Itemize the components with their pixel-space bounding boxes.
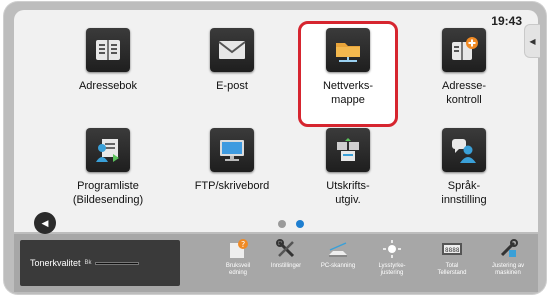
previous-page-button[interactable]: ◀: [34, 212, 56, 234]
util-label: Justering av maskinen: [491, 263, 525, 276]
tile-address-control[interactable]: Adresse- kontroll: [416, 24, 512, 112]
bottom-toolbar: Tonerkvalitet Bk ? Bruksveil edning Inns…: [14, 234, 538, 292]
total-count-button[interactable]: 8888 Total Tellerstand: [426, 238, 478, 290]
print-release-icon: [326, 128, 370, 172]
side-panel-tab[interactable]: ◀: [524, 24, 540, 58]
tile-label: Programliste (Bildesending): [72, 180, 144, 206]
pc-scan-icon: [325, 238, 351, 260]
toner-status: Tonerkvalitet Bk: [20, 240, 180, 286]
util-label: Total Tellerstand: [437, 263, 467, 276]
settings-tools-icon: [273, 238, 299, 260]
toner-color-label: Bk: [84, 260, 92, 266]
svg-text:8888: 8888: [445, 247, 460, 254]
util-label: Bruksveil edning: [225, 263, 251, 276]
tile-label: Adresse- kontroll: [441, 80, 487, 106]
tile-print-release[interactable]: Utskrifts- utgiv.: [300, 124, 396, 212]
svg-text:?: ?: [241, 240, 245, 249]
tile-program-list[interactable]: Programliste (Bildesending): [60, 124, 156, 212]
monitor-icon: [210, 128, 254, 172]
tile-label: Utskrifts- utgiv.: [326, 180, 370, 206]
user-guide-button[interactable]: ? Bruksveil edning: [212, 238, 264, 290]
tile-label: E-post: [216, 80, 248, 92]
tile-address-book[interactable]: Adressebok: [60, 24, 156, 112]
page-indicator: [278, 220, 304, 228]
chevron-left-icon: ◀: [41, 217, 49, 228]
network-folder-icon: [326, 28, 370, 72]
tile-network-folder[interactable]: Nettverks- mappe: [300, 24, 396, 112]
tile-label: Adressebok: [78, 80, 138, 92]
machine-adjust-button[interactable]: Justering av maskinen: [482, 238, 534, 290]
util-label: Innstillinger: [270, 263, 302, 269]
tile-label: Nettverks- mappe: [322, 80, 374, 106]
address-control-icon: [442, 28, 486, 72]
pc-scan-button[interactable]: PC-skanning: [312, 238, 364, 290]
home-screen: 19:43 ◀ Adressebok E-post Nettverks- map…: [14, 10, 540, 234]
page-dot-1[interactable]: [278, 220, 286, 228]
counter-icon: 8888: [439, 238, 465, 260]
toner-level-bar: [94, 261, 139, 265]
envelope-icon: [210, 28, 254, 72]
tile-label: Språk- innstilling: [441, 180, 487, 206]
device-panel: 19:43 ◀ Adressebok E-post Nettverks- map…: [4, 2, 546, 294]
tile-email[interactable]: E-post: [184, 24, 280, 112]
util-label: Lysstyrke- justering: [378, 263, 406, 276]
chevron-left-icon: ◀: [529, 36, 536, 46]
tile-language-setting[interactable]: Språk- innstilling: [416, 124, 512, 212]
toner-label: Tonerkvalitet: [30, 258, 81, 268]
util-label: PC-skanning: [320, 263, 356, 269]
program-list-icon: [86, 128, 130, 172]
tile-ftp-desktop[interactable]: FTP/skrivebord: [184, 124, 280, 212]
brightness-icon: [379, 238, 405, 260]
user-guide-icon: ?: [225, 238, 251, 260]
brightness-adjust-button[interactable]: Lysstyrke- justering: [366, 238, 418, 290]
page-dot-2[interactable]: [296, 220, 304, 228]
tile-label: FTP/skrivebord: [194, 180, 270, 192]
machine-adjust-icon: [495, 238, 521, 260]
address-book-icon: [86, 28, 130, 72]
language-setting-icon: [442, 128, 486, 172]
settings-button[interactable]: Innstillinger: [260, 238, 312, 290]
